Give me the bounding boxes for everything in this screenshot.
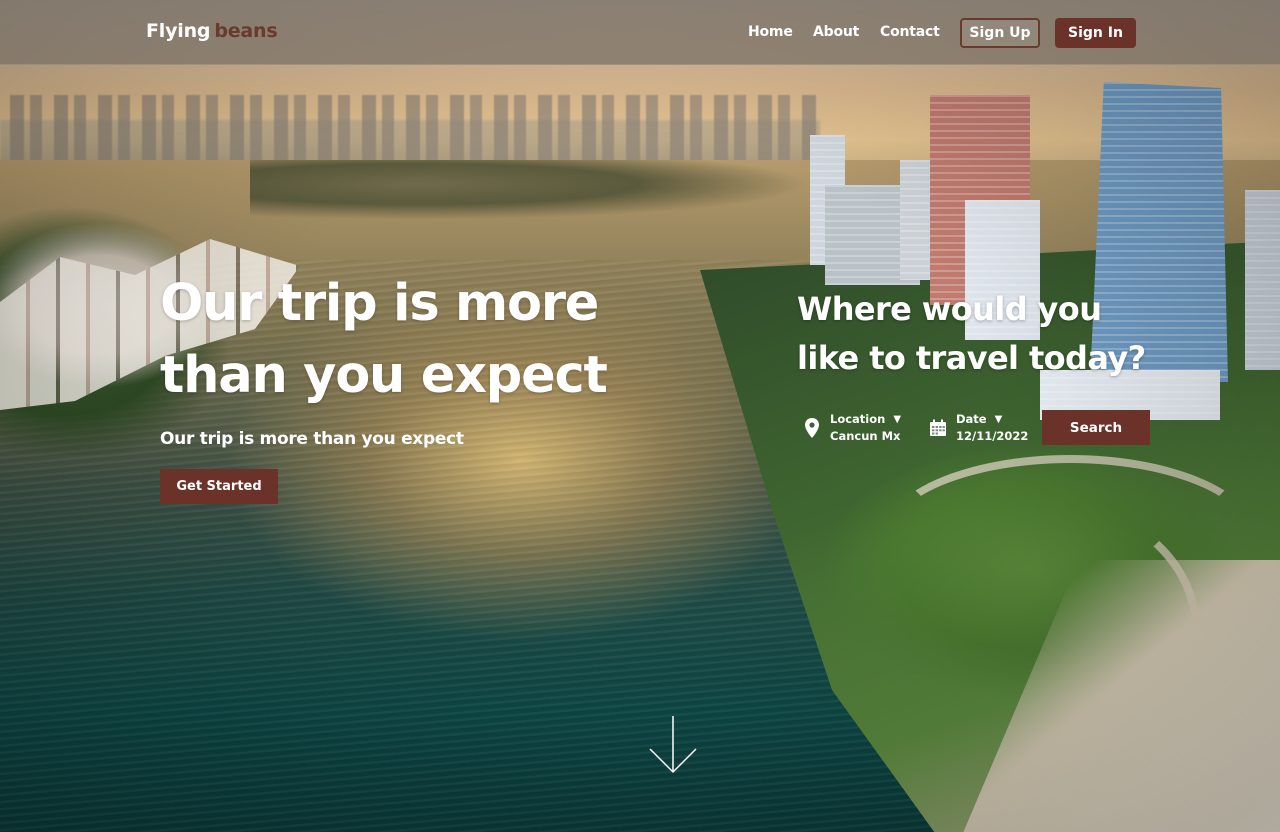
- search-heading-line-1: Where would you: [797, 290, 1102, 328]
- calendar-icon: [928, 418, 948, 438]
- nav-link-home[interactable]: Home: [748, 24, 793, 40]
- sign-up-button[interactable]: Sign Up: [960, 18, 1040, 48]
- chevron-down-icon[interactable]: ▼: [995, 411, 1003, 428]
- hero-subtitle: Our trip is more than you expect: [160, 429, 464, 449]
- location-value: Cancun Mx: [830, 429, 901, 443]
- hero-title: Our trip is more than you expect: [160, 268, 680, 412]
- nav-link-about[interactable]: About: [813, 24, 859, 40]
- date-value: 12/11/2022: [956, 429, 1029, 443]
- hero-title-line-1: Our trip is more: [160, 274, 599, 333]
- location-selector[interactable]: Location ▼ Cancun Mx: [802, 410, 901, 446]
- get-started-button[interactable]: Get Started: [160, 469, 278, 504]
- location-label: Location: [830, 412, 886, 426]
- hero-title-line-2: than you expect: [160, 346, 608, 405]
- brand-word-1: Flying: [146, 20, 211, 42]
- chevron-down-icon[interactable]: ▼: [893, 411, 901, 428]
- location-label-row: Location ▼: [830, 411, 901, 428]
- sign-in-button[interactable]: Sign In: [1055, 18, 1136, 48]
- nav-link-contact[interactable]: Contact: [880, 24, 940, 40]
- search-heading-line-2: like to travel today?: [797, 339, 1146, 377]
- search-heading: Where would you like to travel today?: [797, 285, 1197, 383]
- arrow-down-icon[interactable]: [648, 716, 698, 774]
- date-label: Date: [956, 412, 987, 426]
- date-label-row: Date ▼: [956, 411, 1028, 428]
- date-selector[interactable]: Date ▼ 12/11/2022: [928, 410, 1028, 446]
- navbar: Flying beans Home About Contact Sign Up S…: [0, 0, 1280, 65]
- map-pin-icon: [802, 418, 822, 438]
- search-button[interactable]: Search: [1042, 410, 1150, 445]
- brand-word-2: beans: [214, 20, 278, 42]
- brand-logo[interactable]: Flying beans: [146, 20, 278, 42]
